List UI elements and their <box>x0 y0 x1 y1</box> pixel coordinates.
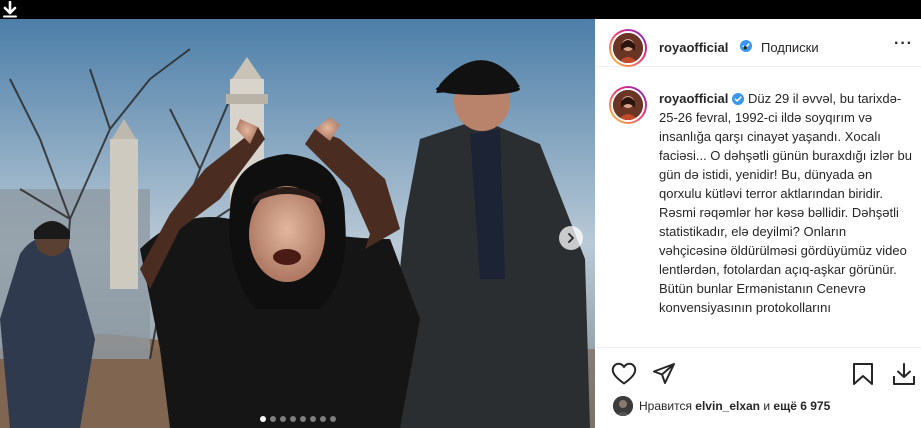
likes-count-link[interactable]: ещё 6 975 <box>773 399 830 413</box>
likes-conjunction: и <box>763 399 771 413</box>
caption-area: royaofficial Düz 29 il əvvəl, bu tarixdə… <box>595 81 921 346</box>
carousel-next-button[interactable] <box>559 226 583 250</box>
carousel-dot <box>329 416 336 422</box>
caption-avatar[interactable] <box>609 86 647 124</box>
download-icon[interactable] <box>892 362 916 386</box>
top-bar <box>0 0 921 19</box>
liker-username-link[interactable]: elvin_elxan <box>695 399 760 413</box>
likes-summary: Нравится elvin_elxan и ещё 6 975 <box>613 396 830 416</box>
liker-avatar[interactable] <box>613 396 633 416</box>
caption-username-link[interactable]: royaofficial <box>659 91 728 106</box>
post-panel: royaofficial • Подписки ··· royaofficial… <box>595 19 921 428</box>
post-photo <box>0 19 595 428</box>
carousel-dots <box>0 416 595 422</box>
caption-text: Düz 29 il əvvəl, bu tarixdə- 25-26 fevra… <box>659 91 912 315</box>
avatar[interactable] <box>609 29 647 67</box>
post-header: royaofficial • Подписки ··· <box>595 19 921 67</box>
carousel-dot <box>269 416 276 422</box>
post-caption: royaofficial Düz 29 il əvvəl, bu tarixdə… <box>659 89 913 317</box>
chevron-right-icon <box>568 233 574 243</box>
carousel-dot <box>279 416 286 422</box>
carousel-dot <box>289 416 296 422</box>
carousel-dot <box>299 416 306 422</box>
carousel-dot <box>309 416 316 422</box>
username-link[interactable]: royaofficial <box>659 40 728 55</box>
likes-prefix: Нравится <box>639 399 692 413</box>
avatar-image <box>613 33 643 63</box>
caption-avatar-image <box>613 90 643 120</box>
share-icon[interactable] <box>652 362 676 386</box>
action-bar <box>595 347 921 399</box>
bookmark-icon[interactable] <box>852 362 874 386</box>
header-separator: • <box>743 40 748 55</box>
carousel-dot <box>259 416 266 422</box>
carousel-dot <box>319 416 326 422</box>
download-arrow-icon[interactable] <box>2 1 18 18</box>
caption-verified-badge-icon <box>732 93 745 105</box>
heart-icon[interactable] <box>611 362 637 386</box>
more-options-button[interactable]: ··· <box>894 35 913 53</box>
following-button[interactable]: Подписки <box>761 40 819 55</box>
post-media[interactable] <box>0 19 595 428</box>
